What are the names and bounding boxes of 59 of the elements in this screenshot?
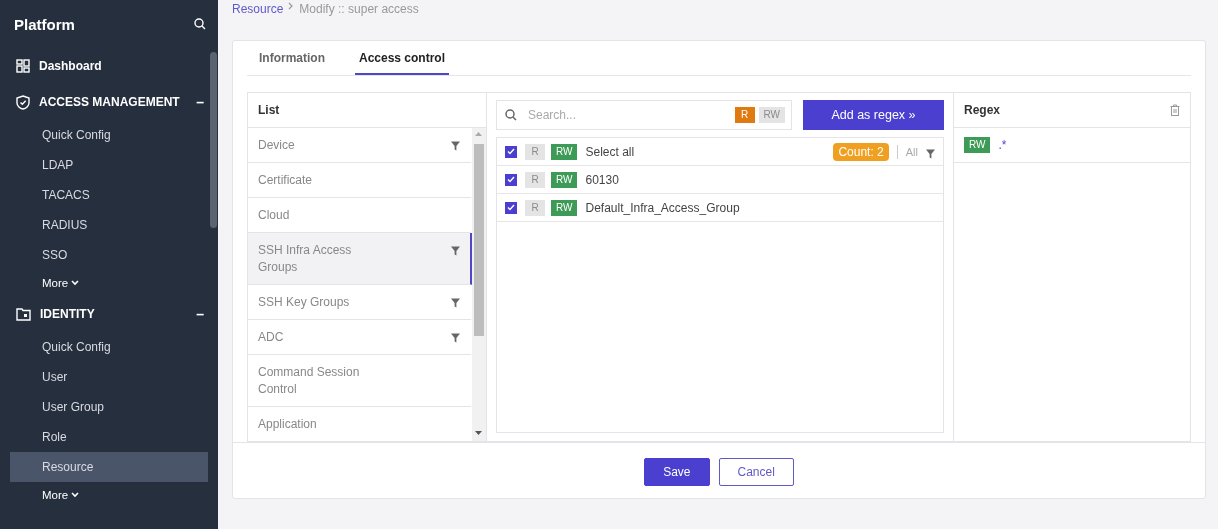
checkbox[interactable] bbox=[505, 173, 517, 186]
collapse-toggle[interactable]: – bbox=[196, 94, 204, 110]
sidebar-item[interactable]: Quick Config bbox=[10, 332, 208, 362]
row-label: 60130 bbox=[585, 172, 620, 187]
filter-icon[interactable] bbox=[451, 141, 460, 151]
filter-icon[interactable] bbox=[451, 298, 460, 308]
checkbox[interactable] bbox=[505, 201, 517, 214]
sidebar-section[interactable]: Dashboard bbox=[0, 48, 218, 84]
chevron-down-icon bbox=[71, 492, 80, 498]
search-icon bbox=[505, 109, 517, 121]
sidebar-item[interactable]: TACACS bbox=[10, 180, 208, 210]
collapse-toggle[interactable]: – bbox=[196, 306, 204, 322]
sidebar-item[interactable]: LDAP bbox=[10, 150, 208, 180]
tab[interactable]: Information bbox=[255, 51, 329, 75]
count-badge: Count: 2 bbox=[833, 142, 889, 161]
dashboard-icon bbox=[16, 59, 30, 73]
panel-title: Regex bbox=[964, 103, 1001, 117]
permission-badge[interactable]: RW bbox=[964, 137, 991, 153]
sidebar-item[interactable]: RADIUS bbox=[10, 210, 208, 240]
permission-badge[interactable]: RW bbox=[551, 199, 578, 216]
sidebar-item[interactable]: Role bbox=[10, 422, 208, 452]
breadcrumb-link[interactable]: Resource bbox=[232, 2, 284, 16]
row-label: Default_Infra_Access_Group bbox=[585, 200, 741, 215]
scrollbar[interactable] bbox=[472, 128, 486, 441]
panel-title: List bbox=[258, 103, 280, 117]
trash-icon[interactable] bbox=[1170, 104, 1180, 116]
list-item[interactable]: SSH Infra Access Groups bbox=[248, 233, 472, 285]
sidebar-section[interactable]: ACCESS MANAGEMENT – bbox=[0, 84, 218, 120]
more-link[interactable]: More bbox=[0, 270, 218, 296]
sidebar-item[interactable]: SSO bbox=[10, 240, 208, 270]
chevron-right-icon bbox=[288, 2, 295, 10]
cancel-button[interactable]: Cancel bbox=[718, 458, 794, 486]
sidebar-item[interactable]: User bbox=[10, 362, 208, 392]
sidebar-title: Platform bbox=[14, 15, 75, 33]
shield-check-icon bbox=[16, 94, 30, 110]
sidebar-section[interactable]: IDENTITY – bbox=[0, 296, 218, 332]
tab[interactable]: Access control bbox=[355, 51, 450, 75]
checkbox[interactable] bbox=[505, 145, 517, 158]
filter-icon[interactable] bbox=[451, 246, 460, 256]
search-field[interactable]: Search... R RW bbox=[496, 100, 792, 130]
more-link[interactable]: More bbox=[0, 482, 218, 508]
regex-pattern: .* bbox=[998, 138, 1007, 152]
permission-badge[interactable]: RW bbox=[551, 171, 578, 188]
sidebar-item[interactable]: Quick Config bbox=[10, 120, 208, 150]
filter-icon[interactable] bbox=[451, 333, 460, 343]
scrollbar[interactable] bbox=[210, 52, 217, 228]
save-button[interactable]: Save bbox=[644, 458, 710, 486]
folder-icon bbox=[16, 307, 31, 321]
sidebar-item[interactable]: Resource bbox=[10, 452, 208, 482]
permission-badge[interactable]: RW bbox=[551, 143, 578, 160]
filter-icon[interactable] bbox=[926, 148, 935, 159]
add-as-regex-button[interactable]: Add as regex » bbox=[803, 100, 944, 130]
sidebar-item[interactable]: User Group bbox=[10, 392, 208, 422]
scroll-down-icon[interactable] bbox=[475, 431, 482, 435]
permission-badge[interactable]: R bbox=[734, 107, 755, 123]
search-icon[interactable] bbox=[194, 18, 206, 30]
breadcrumb-current: Modify :: super access bbox=[299, 2, 419, 16]
chevron-down-icon bbox=[71, 280, 80, 286]
row-label: Select all bbox=[585, 144, 636, 159]
